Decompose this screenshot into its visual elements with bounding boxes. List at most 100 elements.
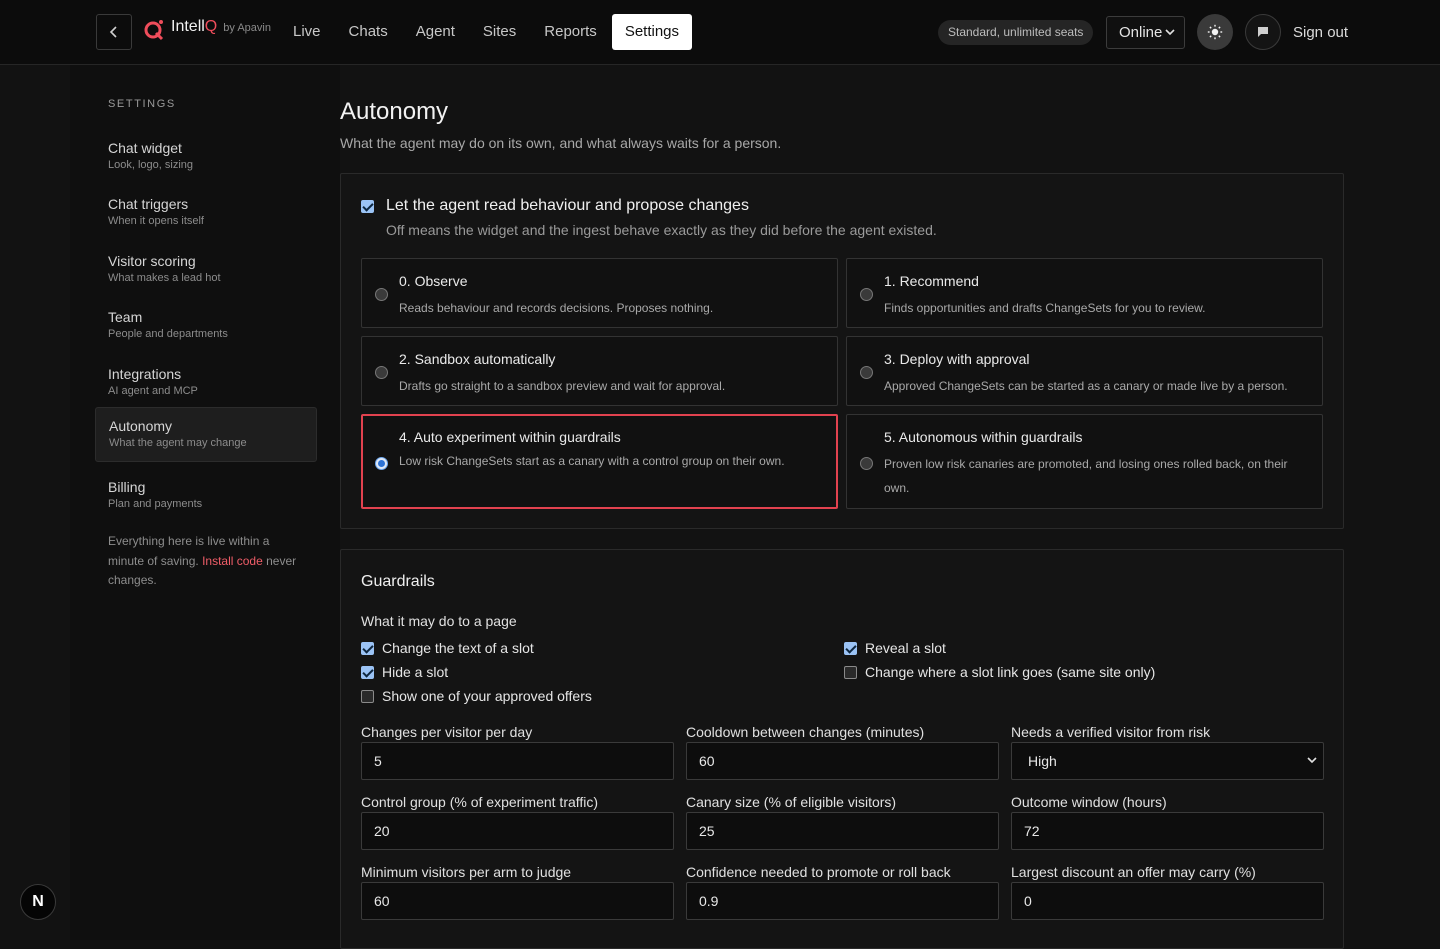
checkbox-icon[interactable] <box>361 199 374 213</box>
sidebar-item-label: Team <box>108 309 143 325</box>
install-code-link[interactable]: Install code <box>202 554 263 568</box>
level-title: 4. Auto experiment within guardrails <box>399 429 621 445</box>
sidebar-item-chat-widget[interactable]: Chat widget Look, logo, sizing <box>95 130 317 185</box>
level-description: Approved ChangeSets can be started as a … <box>884 379 1288 393</box>
brand[interactable]: IntellQ by Apavin <box>143 18 271 42</box>
option-show-offer[interactable]: Show one of your approved offers <box>361 688 592 704</box>
verified-visitor-risk-select[interactable]: High <box>1011 742 1324 780</box>
nav-settings[interactable]: Settings <box>611 14 693 50</box>
radio-selected-icon[interactable] <box>375 457 388 470</box>
level-description: Proven low risk canaries are promoted, a… <box>884 457 1288 495</box>
page-title: Autonomy <box>340 98 449 125</box>
sidebar-note: Everything here is live within a minute … <box>108 532 308 591</box>
chevron-down-icon <box>1165 29 1175 36</box>
level-description: Finds opportunities and drafts ChangeSet… <box>884 301 1206 315</box>
option-label: Change where a slot link goes (same site… <box>865 664 1156 680</box>
option-label: Hide a slot <box>382 664 449 680</box>
back-button[interactable] <box>96 14 132 50</box>
chevron-left-icon <box>109 26 117 38</box>
level-title: 5. Autonomous within guardrails <box>884 429 1083 445</box>
agent-enabled-label: Let the agent read behaviour and propose… <box>386 197 749 214</box>
field-label: Minimum visitors per arm to judge <box>361 864 572 880</box>
level-description: Reads behaviour and records decisions. P… <box>399 301 714 315</box>
canary-size-input[interactable]: 25 <box>686 812 999 850</box>
option-label: Show one of your approved offers <box>382 688 592 704</box>
sidebar-item-autonomy[interactable]: Autonomy What the agent may change <box>95 407 317 462</box>
radio-icon[interactable] <box>375 366 388 379</box>
checkbox-icon[interactable] <box>361 665 374 679</box>
chat-button[interactable] <box>1245 14 1281 50</box>
chevron-down-icon <box>1307 757 1317 764</box>
sidebar-item-label: Integrations <box>108 366 182 382</box>
radio-icon[interactable] <box>860 457 873 470</box>
nav-chats[interactable]: Chats <box>336 14 401 50</box>
cooldown-input[interactable]: 60 <box>686 742 999 780</box>
checkbox-icon[interactable] <box>844 641 857 655</box>
option-label: Change the text of a slot <box>382 640 534 656</box>
sidebar-item-visitor-scoring[interactable]: Visitor scoring What makes a lead hot <box>95 243 317 298</box>
brand-by: by Apavin <box>223 22 271 34</box>
level-title: 0. Observe <box>399 273 468 289</box>
page-subtitle: What the agent may do on its own, and wh… <box>340 135 782 151</box>
level-description: Drafts go straight to a sandbox preview … <box>399 379 726 393</box>
nav-sites[interactable]: Sites <box>470 14 529 50</box>
field-label: Confidence needed to promote or roll bac… <box>686 864 951 880</box>
control-group-input[interactable]: 20 <box>361 812 674 850</box>
max-discount-input[interactable]: 0 <box>1011 882 1324 920</box>
sidebar-item-sub: People and departments <box>108 328 228 340</box>
chat-bubble-icon <box>1258 27 1268 37</box>
changes-per-day-input[interactable]: 5 <box>361 742 674 780</box>
sidebar-item-team[interactable]: Team People and departments <box>95 299 317 354</box>
option-hide-slot[interactable]: Hide a slot <box>361 664 448 680</box>
level-title: 3. Deploy with approval <box>884 351 1030 367</box>
checkbox-icon[interactable] <box>361 689 374 703</box>
sun-icon <box>1207 24 1223 40</box>
field-label: Outcome window (hours) <box>1011 794 1167 810</box>
confidence-input[interactable]: 0.9 <box>686 882 999 920</box>
sidebar-item-sub: What the agent may change <box>109 437 247 449</box>
sidebar-item-chat-triggers[interactable]: Chat triggers When it opens itself <box>95 186 317 241</box>
sidebar-item-billing[interactable]: Billing Plan and payments <box>95 469 317 524</box>
min-visitors-input[interactable]: 60 <box>361 882 674 920</box>
nav-agent[interactable]: Agent <box>403 14 468 50</box>
level-card-sandbox[interactable]: 2. Sandbox automatically Drafts go strai… <box>361 336 838 406</box>
status-select[interactable]: Online <box>1106 16 1185 49</box>
sidebar-item-sub: When it opens itself <box>108 215 204 227</box>
theme-toggle-button[interactable] <box>1197 14 1233 50</box>
radio-icon[interactable] <box>375 288 388 301</box>
option-change-text[interactable]: Change the text of a slot <box>361 640 534 656</box>
sidebar-item-integrations[interactable]: Integrations AI agent and MCP <box>95 356 317 411</box>
nav-reports[interactable]: Reports <box>531 14 610 50</box>
sidebar-item-label: Billing <box>108 479 146 495</box>
level-card-autonomous[interactable]: 5. Autonomous within guardrails Proven l… <box>846 414 1323 509</box>
agent-enabled-toggle[interactable]: Let the agent read behaviour and propose… <box>361 197 749 215</box>
sign-out-link[interactable]: Sign out <box>1293 24 1348 41</box>
level-card-observe[interactable]: 0. Observe Reads behaviour and records d… <box>361 258 838 328</box>
nav-live[interactable]: Live <box>280 14 334 50</box>
level-card-deploy-approval[interactable]: 3. Deploy with approval Approved ChangeS… <box>846 336 1323 406</box>
brand-name: IntellQ <box>171 18 218 35</box>
level-card-auto-experiment[interactable]: 4. Auto experiment within guardrails Low… <box>361 414 838 509</box>
radio-icon[interactable] <box>860 366 873 379</box>
sidebar-item-label: Chat widget <box>108 140 182 156</box>
radio-icon[interactable] <box>860 288 873 301</box>
field-label: Largest discount an offer may carry (%) <box>1011 864 1256 880</box>
checkbox-icon[interactable] <box>361 641 374 655</box>
option-reveal-slot[interactable]: Reveal a slot <box>844 640 946 656</box>
outcome-window-input[interactable]: 72 <box>1011 812 1324 850</box>
n-badge[interactable]: N <box>20 884 56 920</box>
field-label: Canary size (% of eligible visitors) <box>686 794 897 810</box>
sidebar-item-label: Chat triggers <box>108 196 189 212</box>
option-change-link[interactable]: Change where a slot link goes (same site… <box>844 664 1155 680</box>
agent-enabled-description: Off means the widget and the ingest beha… <box>386 222 937 238</box>
status-value: Online <box>1119 24 1163 41</box>
page-actions-label: What it may do to a page <box>361 613 517 629</box>
intellq-logo-icon <box>144 20 164 41</box>
field-label: Cooldown between changes (minutes) <box>686 724 925 740</box>
plan-badge: Standard, unlimited seats <box>938 20 1094 45</box>
sidebar-item-sub: Look, logo, sizing <box>108 159 193 171</box>
guardrails-title: Guardrails <box>361 573 435 590</box>
checkbox-icon[interactable] <box>844 665 857 679</box>
level-card-recommend[interactable]: 1. Recommend Finds opportunities and dra… <box>846 258 1323 328</box>
top-bar: IntellQ by Apavin Live Chats Agent Sites… <box>0 0 1440 65</box>
